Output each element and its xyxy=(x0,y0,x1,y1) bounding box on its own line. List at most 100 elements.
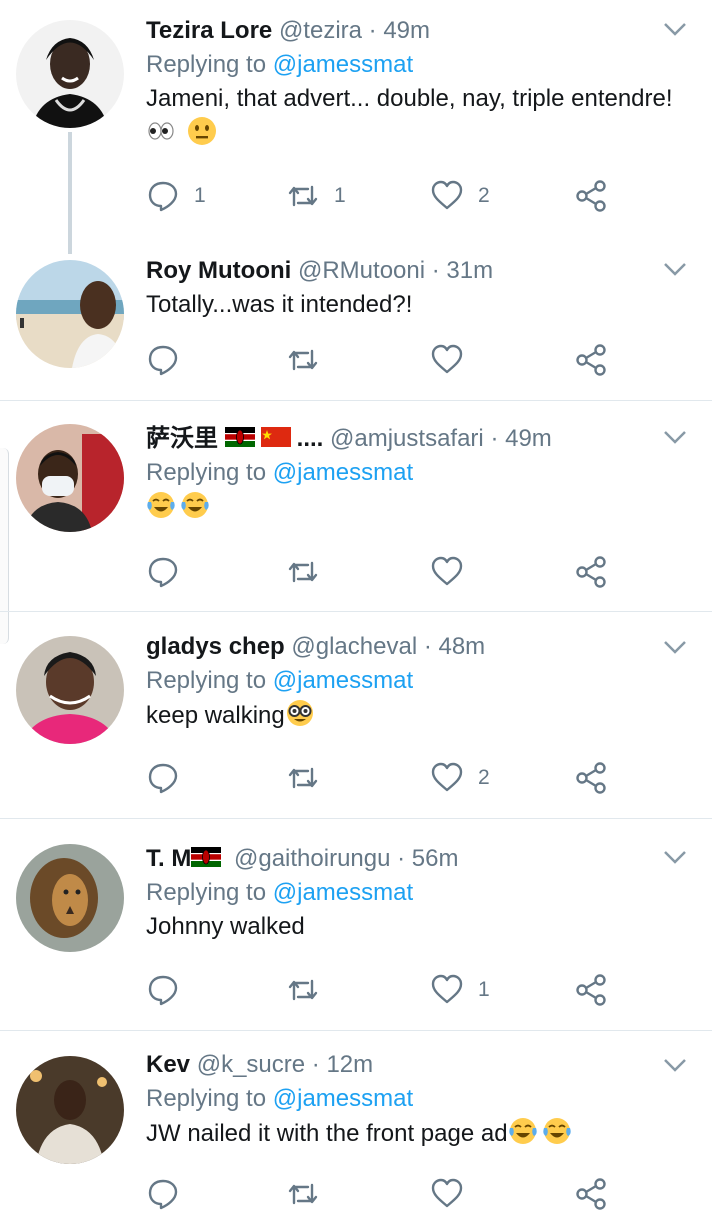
timestamp[interactable]: · 56m xyxy=(397,845,458,872)
replying-to-handle[interactable]: @jamessmat xyxy=(273,1085,413,1112)
tweet-emojis xyxy=(146,490,692,525)
like-button[interactable] xyxy=(430,340,478,380)
retweet-button[interactable] xyxy=(286,970,334,1010)
share-button[interactable] xyxy=(574,970,608,1010)
retweet-button[interactable]: 1 xyxy=(286,176,346,216)
reply-button[interactable] xyxy=(146,552,194,592)
avatar[interactable] xyxy=(16,424,124,532)
reply-button[interactable] xyxy=(146,758,194,798)
retweet-icon xyxy=(288,767,318,789)
share-icon xyxy=(576,344,606,376)
tweet-menu-caret[interactable] xyxy=(662,1052,688,1078)
tweet-menu-caret[interactable] xyxy=(662,844,688,870)
tweet-actions: 2 xyxy=(146,758,626,798)
like-button[interactable] xyxy=(430,1174,464,1214)
replying-to-handle[interactable]: @jamessmat xyxy=(273,667,413,694)
reply-button[interactable] xyxy=(146,1174,180,1214)
share-icon xyxy=(576,180,606,212)
user-handle[interactable]: @tezira xyxy=(279,17,362,44)
display-name[interactable]: gladys chep xyxy=(146,633,285,660)
share-icon xyxy=(576,974,606,1006)
side-panel-edge xyxy=(0,448,9,644)
display-name[interactable]: Kev xyxy=(146,1051,190,1078)
like-button[interactable]: 2 xyxy=(430,758,490,798)
replying-label: Replying to xyxy=(146,459,267,486)
share-button[interactable] xyxy=(574,552,608,592)
kenya-flag-icon xyxy=(191,847,222,867)
retweet-button[interactable] xyxy=(286,758,334,798)
tweet-text: Johnny walked xyxy=(146,913,305,940)
tweet-header: Tezira Lore @tezira · 49m xyxy=(146,14,692,48)
tweet-menu-caret[interactable] xyxy=(662,634,688,660)
replying-to-handle[interactable]: @jamessmat xyxy=(273,459,413,486)
reply-button[interactable]: 1 xyxy=(146,176,206,216)
tears-of-joy-icon xyxy=(181,492,209,518)
share-button[interactable] xyxy=(574,1174,608,1214)
retweet-icon xyxy=(288,349,318,371)
reply-icon xyxy=(148,557,178,588)
user-handle[interactable]: @k_sucre xyxy=(197,1051,305,1078)
display-name[interactable]: 萨沃里 xyxy=(146,425,218,452)
like-icon xyxy=(431,556,463,586)
tweet-menu-caret[interactable] xyxy=(662,256,688,282)
reply-icon xyxy=(148,345,178,376)
timestamp[interactable]: · 12m xyxy=(312,1051,373,1078)
divider xyxy=(0,1030,712,1031)
avatar[interactable] xyxy=(16,636,124,744)
reply-button[interactable] xyxy=(146,970,194,1010)
share-button[interactable] xyxy=(574,176,608,216)
share-icon xyxy=(576,556,606,588)
retweet-button[interactable] xyxy=(286,552,334,592)
retweet-icon xyxy=(288,979,318,1001)
avatar[interactable] xyxy=(16,1056,124,1164)
tweet-text: JW nailed it with the front page ad xyxy=(146,1120,508,1147)
tears-of-joy-icon xyxy=(542,1118,571,1144)
like-button[interactable]: 1 xyxy=(430,970,490,1010)
reply-button[interactable] xyxy=(146,340,194,380)
like-button[interactable] xyxy=(430,552,478,592)
avatar[interactable] xyxy=(16,844,124,952)
thread-line xyxy=(68,132,72,254)
share-icon xyxy=(576,762,606,794)
reply-count: 1 xyxy=(194,184,206,207)
retweet-button[interactable] xyxy=(286,340,334,380)
timestamp[interactable]: · 31m xyxy=(432,257,493,284)
replying-label: Replying to xyxy=(146,667,267,694)
share-button[interactable] xyxy=(574,340,608,380)
share-icon xyxy=(576,1178,606,1210)
like-icon xyxy=(431,974,463,1004)
tweet-header: 萨沃里 .... @amjustsafari · 49m xyxy=(146,422,692,456)
user-handle[interactable]: @amjustsafari xyxy=(330,425,484,452)
display-name[interactable]: Tezira Lore xyxy=(146,17,272,44)
user-handle[interactable]: @RMutooni xyxy=(298,257,425,284)
tweet-menu-caret[interactable] xyxy=(662,424,688,450)
tweet-text: Jameni, that advert... double, nay, trip… xyxy=(146,85,673,112)
timestamp[interactable]: · 49m xyxy=(490,425,551,452)
replying-label: Replying to xyxy=(146,879,267,906)
reply-icon xyxy=(148,975,178,1006)
avatar[interactable] xyxy=(16,20,124,128)
replying-to-handle[interactable]: @jamessmat xyxy=(273,51,413,78)
share-button[interactable] xyxy=(574,758,608,798)
tweet-text-line: keep walking xyxy=(146,698,692,733)
display-name[interactable]: T. M xyxy=(146,845,191,872)
tweet-menu-caret[interactable] xyxy=(662,16,688,42)
display-name-suffix: .... xyxy=(296,425,324,452)
avatar[interactable] xyxy=(16,260,124,368)
neutral-face-icon xyxy=(187,117,216,145)
replying-to-handle[interactable]: @jamessmat xyxy=(273,879,413,906)
like-icon xyxy=(431,1178,463,1208)
divider xyxy=(0,400,712,401)
like-count: 2 xyxy=(478,184,490,207)
user-handle[interactable]: @gaithoirungu xyxy=(234,845,390,872)
retweet-icon xyxy=(288,185,318,207)
tweet-actions xyxy=(146,340,626,380)
timestamp[interactable]: · 49m xyxy=(369,17,430,44)
timestamp[interactable]: · 48m xyxy=(424,633,485,660)
chevron-down-icon xyxy=(664,263,686,276)
like-button[interactable]: 2 xyxy=(430,176,490,216)
display-name[interactable]: Roy Mutooni xyxy=(146,257,291,284)
nerd-face-icon xyxy=(286,700,313,726)
retweet-button[interactable] xyxy=(286,1174,320,1214)
user-handle[interactable]: @glacheval xyxy=(291,633,417,660)
